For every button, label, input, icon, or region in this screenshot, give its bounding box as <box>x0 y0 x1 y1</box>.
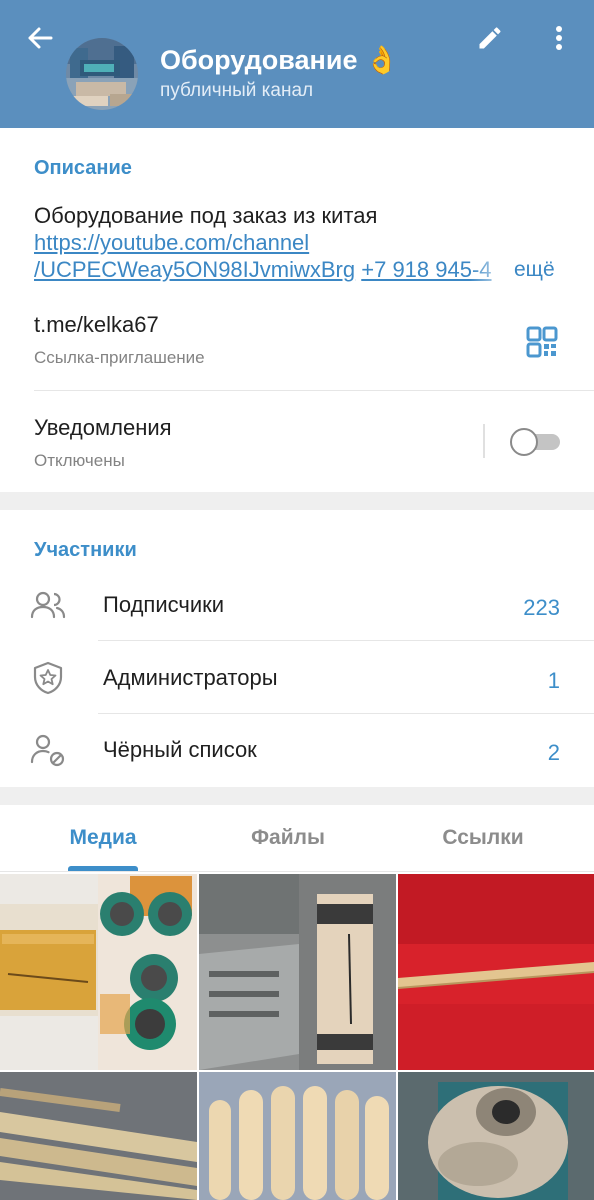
description-text: Оборудование под заказ из китая <box>34 203 378 228</box>
show-more-link[interactable]: ещё <box>514 258 555 282</box>
tab-links[interactable]: Ссылки <box>403 826 563 850</box>
divider <box>98 713 594 714</box>
media-thumbnail-5[interactable] <box>199 1072 396 1200</box>
divider <box>0 871 594 872</box>
shield-star-icon <box>30 660 66 696</box>
invite-link[interactable]: t.me/kelka67 <box>34 312 159 338</box>
blacklist-count: 2 <box>547 740 560 765</box>
invite-link-caption: Ссылка-приглашение <box>34 348 205 367</box>
more-vert-icon <box>556 26 562 50</box>
tab-media[interactable]: Медиа <box>23 826 183 850</box>
back-button[interactable] <box>18 20 62 56</box>
notifications-toggle[interactable] <box>510 428 560 456</box>
description-link-line2[interactable]: /UCPECWeay5ON98IJvmiwxBrg <box>34 257 355 282</box>
top-app-bar: Оборудование 👌 публичный канал <box>0 0 594 128</box>
channel-avatar[interactable] <box>66 38 138 110</box>
media-thumbnail-3[interactable] <box>398 874 594 1070</box>
channel-type: публичный канал <box>160 80 314 101</box>
people-icon <box>30 588 66 624</box>
notifications-title: Уведомления <box>34 415 172 440</box>
qr-code-button[interactable] <box>524 324 560 360</box>
administrators-count: 1 <box>547 668 560 693</box>
members-section-title: Участники <box>34 539 137 561</box>
subscribers-label[interactable]: Подписчики <box>103 592 224 618</box>
description-link-line1[interactable]: https://youtube.com/channel <box>34 230 309 255</box>
more-options-button[interactable] <box>542 18 576 58</box>
administrators-label[interactable]: Администраторы <box>103 665 278 691</box>
media-thumbnail-1[interactable] <box>0 874 197 1070</box>
subscribers-count: 223 <box>523 595 560 620</box>
divider <box>98 640 594 641</box>
divider <box>34 390 594 391</box>
blacklist-label[interactable]: Чёрный список <box>103 737 257 763</box>
pencil-icon <box>479 27 501 49</box>
text-fade <box>470 252 514 284</box>
qr-code-icon <box>526 326 558 358</box>
channel-title: Оборудование 👌 <box>160 45 399 75</box>
vertical-separator <box>483 424 485 458</box>
blocked-user-icon <box>30 732 66 768</box>
tab-files[interactable]: Файлы <box>208 826 368 850</box>
section-gap <box>0 787 594 805</box>
description-section-title: Описание <box>34 157 132 179</box>
arrow-left-icon <box>28 27 53 49</box>
notifications-status: Отключены <box>34 451 125 470</box>
media-thumbnail-6[interactable] <box>398 1072 594 1200</box>
edit-button[interactable] <box>470 18 510 58</box>
media-thumbnail-2[interactable] <box>199 874 396 1070</box>
toggle-thumb <box>510 428 538 456</box>
media-thumbnail-4[interactable] <box>0 1072 197 1200</box>
section-gap <box>0 492 594 510</box>
